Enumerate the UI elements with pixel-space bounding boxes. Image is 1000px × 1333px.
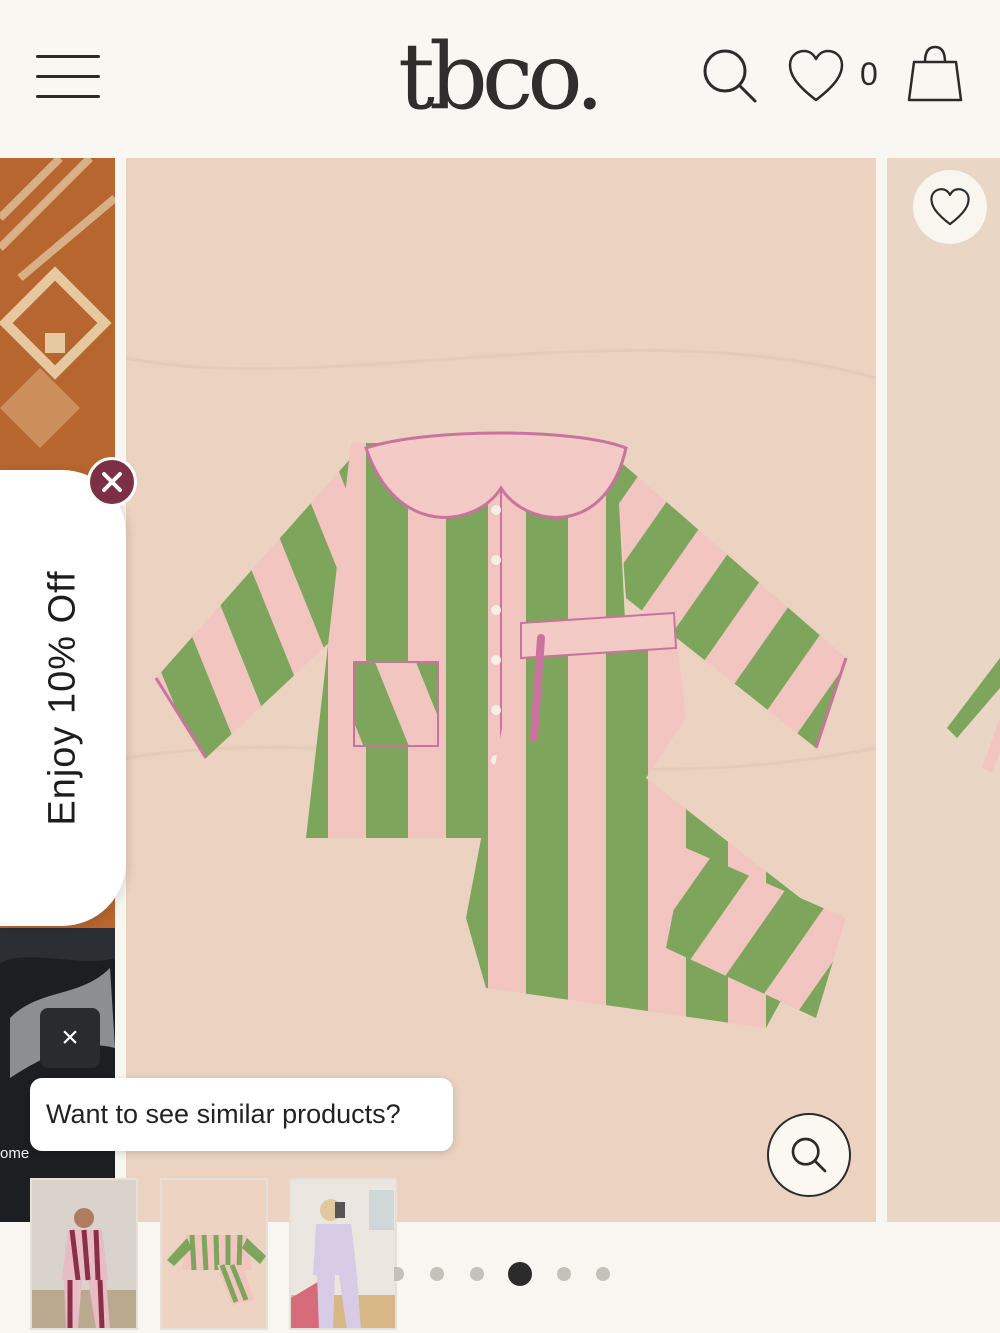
product-gallery[interactable] [0,158,1000,1222]
pagination-dot-3[interactable] [470,1267,484,1281]
similar-products-close-button[interactable]: × [40,1008,100,1068]
pagination-dot-2[interactable] [430,1267,444,1281]
add-to-wishlist-button[interactable] [913,170,987,244]
site-logo[interactable]: tbco. [398,22,608,132]
heart-icon[interactable] [787,48,845,104]
menu-icon[interactable] [36,55,100,99]
discount-label: Enjoy 10% Off [41,570,84,826]
thumbnail-3[interactable] [289,1178,397,1330]
next-slide-image[interactable] [887,158,1000,1222]
thumbnail-1[interactable] [30,1178,138,1330]
heart-icon [930,188,970,226]
wishlist-count: 0 [860,56,878,92]
pagination-dot-6[interactable] [596,1267,610,1281]
pagination-dot-4-active[interactable] [508,1262,532,1286]
main-product-image[interactable] [126,158,876,1222]
similar-products-prompt[interactable]: Want to see similar products? [30,1078,453,1151]
similar-products-text: Want to see similar products? [46,1099,401,1129]
background-snippet-text: ome [0,1145,30,1162]
thumbnail-2[interactable] [160,1178,268,1330]
thumbnail-strip [0,1176,1000,1333]
shopping-bag-icon[interactable] [906,44,964,104]
search-icon[interactable] [700,46,760,106]
search-icon [791,1137,827,1173]
close-icon [102,472,122,492]
site-header: tbco. 0 [0,0,1000,158]
discount-close-button[interactable] [87,457,137,507]
discount-drawer-tab[interactable]: Enjoy 10% Off [0,470,126,926]
pagination-dot-5[interactable] [557,1267,571,1281]
